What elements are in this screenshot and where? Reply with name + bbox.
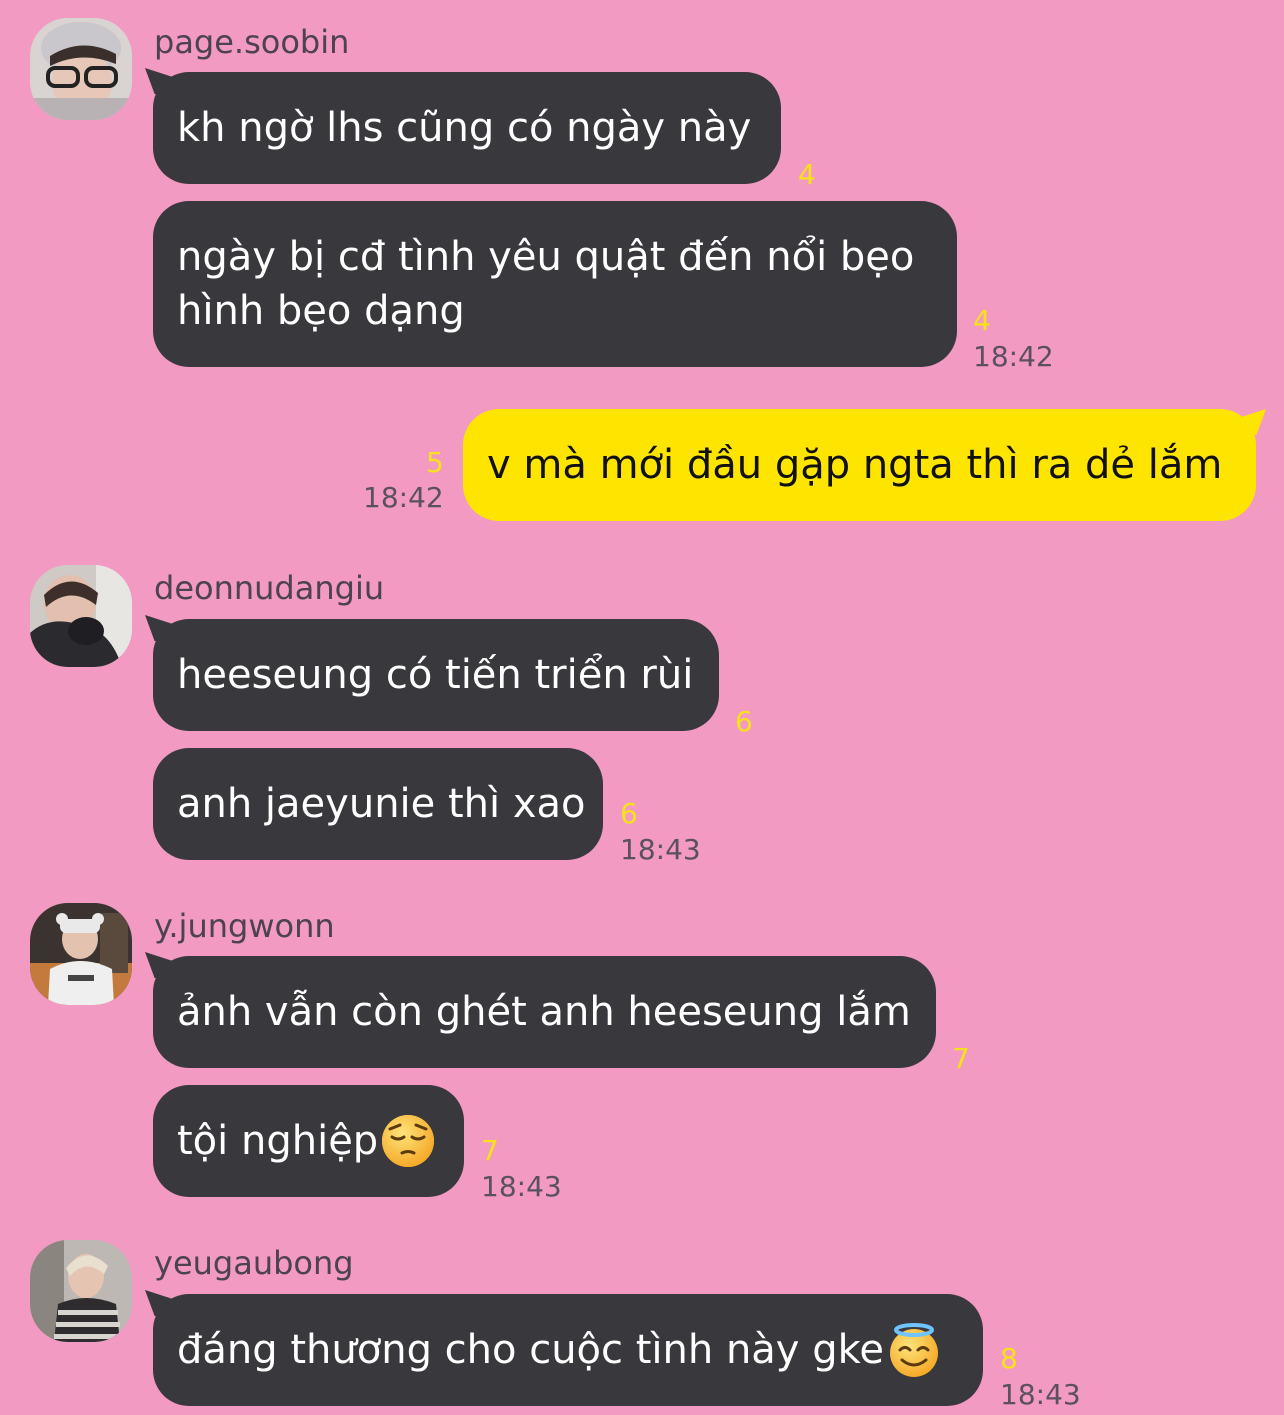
chat-message-list[interactable]: page.soobin kh ngờ lhs cũng có ngày này … <box>0 0 1284 1415</box>
unread-count: 6 <box>735 705 753 738</box>
message-text: v mà mới đầu gặp ngta thì ra dẻ lắm <box>487 442 1223 488</box>
unread-count: 6 <box>620 797 638 830</box>
message-text: đáng thương cho cuộc tình này gke <box>177 1327 884 1373</box>
profile-photo-icon <box>30 903 132 1005</box>
profile-photo-icon <box>30 1240 132 1342</box>
message-text: tội nghiệp <box>177 1118 379 1164</box>
profile-photo-icon <box>30 565 132 667</box>
unread-count: 4 <box>798 158 816 191</box>
sender-name: yeugaubong <box>154 1244 354 1282</box>
avatar[interactable] <box>30 903 132 1005</box>
pensive-face-emoji-icon <box>380 1113 436 1169</box>
sender-name: page.soobin <box>154 23 350 61</box>
smiling-face-with-halo-emoji-icon <box>886 1322 942 1378</box>
message-bubble[interactable]: kh ngờ lhs cũng có ngày này <box>153 72 781 184</box>
unread-count: 4 <box>973 304 991 337</box>
avatar[interactable] <box>30 1240 132 1342</box>
message-bubble[interactable]: ảnh vẫn còn ghét anh heeseung lắm <box>153 956 936 1068</box>
unread-count: 7 <box>952 1042 970 1075</box>
message-bubble[interactable]: tội nghiệp <box>153 1085 464 1197</box>
message-timestamp: 18:42 <box>363 481 444 514</box>
message-timestamp: 18:43 <box>620 833 701 866</box>
unread-count: 8 <box>1000 1342 1018 1375</box>
avatar[interactable] <box>30 18 132 120</box>
message-text: anh jaeyunie thì xao <box>177 781 586 827</box>
message-text: ảnh vẫn còn ghét anh heeseung lắm <box>177 989 911 1035</box>
message-bubble[interactable]: đáng thương cho cuộc tình này gke <box>153 1294 983 1406</box>
my-message-bubble[interactable]: v mà mới đầu gặp ngta thì ra dẻ lắm <box>463 409 1256 521</box>
unread-count: 5 <box>426 446 444 479</box>
message-bubble[interactable]: ngày bị cđ tình yêu quật đến nổi bẹo hìn… <box>153 201 957 367</box>
message-bubble[interactable]: heeseung có tiến triển rùi <box>153 619 719 731</box>
message-bubble[interactable]: anh jaeyunie thì xao <box>153 748 603 860</box>
message-text: kh ngờ lhs cũng có ngày này <box>177 105 752 151</box>
avatar[interactable] <box>30 565 132 667</box>
unread-count: 7 <box>481 1134 499 1167</box>
message-text: heeseung có tiến triển rùi <box>177 652 694 698</box>
profile-photo-icon <box>30 18 132 120</box>
message-timestamp: 18:43 <box>1000 1378 1081 1411</box>
message-text: ngày bị cđ tình yêu quật đến nổi bẹo hìn… <box>177 234 915 334</box>
sender-name: deonnudangiu <box>154 569 385 607</box>
message-timestamp: 18:42 <box>973 340 1054 373</box>
message-timestamp: 18:43 <box>481 1170 562 1203</box>
sender-name: y.jungwonn <box>154 907 335 945</box>
